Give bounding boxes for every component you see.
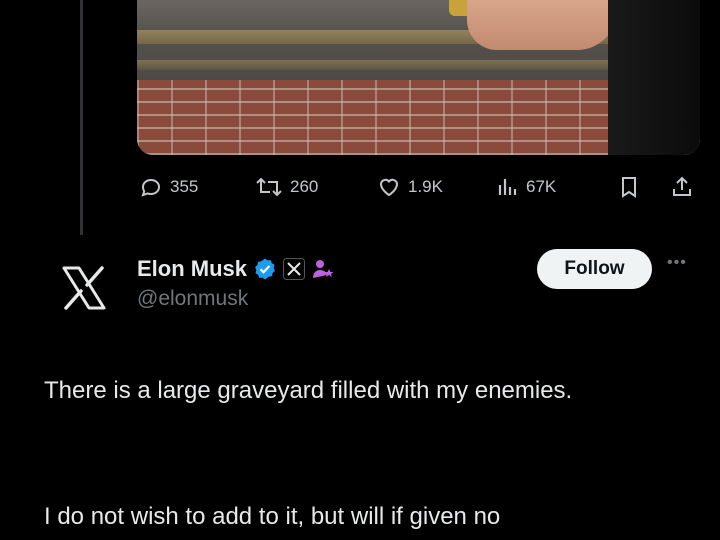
bookmark-button[interactable] bbox=[618, 172, 640, 202]
views-chart-icon bbox=[498, 179, 517, 195]
reply-icon bbox=[141, 178, 161, 197]
views-count: 67K bbox=[526, 177, 557, 196]
author-name-row: Elon Musk bbox=[137, 255, 335, 283]
post-paragraph-1: There is a large graveyard filled with m… bbox=[44, 377, 573, 404]
repost-button[interactable]: 260 bbox=[254, 172, 318, 202]
image-person bbox=[608, 0, 700, 155]
author-name[interactable]: Elon Musk bbox=[137, 256, 247, 282]
reply-button[interactable]: 355 bbox=[138, 172, 198, 202]
heart-icon bbox=[379, 178, 399, 197]
more-options-icon[interactable]: ••• bbox=[667, 254, 687, 272]
author-handle[interactable]: @elonmusk bbox=[137, 287, 248, 311]
x-affiliate-icon bbox=[283, 258, 306, 280]
image-arm bbox=[467, 0, 617, 50]
verified-checkmark-icon bbox=[255, 258, 275, 280]
post-paragraph-2: I do not wish to add to it, but will if … bbox=[44, 503, 501, 530]
repost-icon bbox=[256, 177, 282, 197]
post-image[interactable] bbox=[137, 0, 700, 155]
purple-badge-icon bbox=[313, 260, 334, 278]
like-button[interactable]: 1.9K bbox=[376, 172, 443, 202]
share-icon bbox=[673, 176, 691, 196]
follow-button[interactable]: Follow bbox=[537, 249, 652, 289]
like-count: 1.9K bbox=[408, 177, 443, 196]
thread-connector-line bbox=[80, 0, 83, 235]
bookmark-icon bbox=[622, 177, 636, 198]
share-button[interactable] bbox=[670, 172, 694, 202]
reply-count: 355 bbox=[170, 177, 199, 196]
post-text: There is a large graveyard filled with m… bbox=[44, 372, 684, 410]
x-logo-avatar-icon[interactable] bbox=[58, 262, 110, 314]
views-button[interactable]: 67K bbox=[494, 172, 556, 202]
repost-count: 260 bbox=[290, 177, 319, 196]
post-action-bar: 355 260 1.9K 67K bbox=[138, 172, 700, 202]
